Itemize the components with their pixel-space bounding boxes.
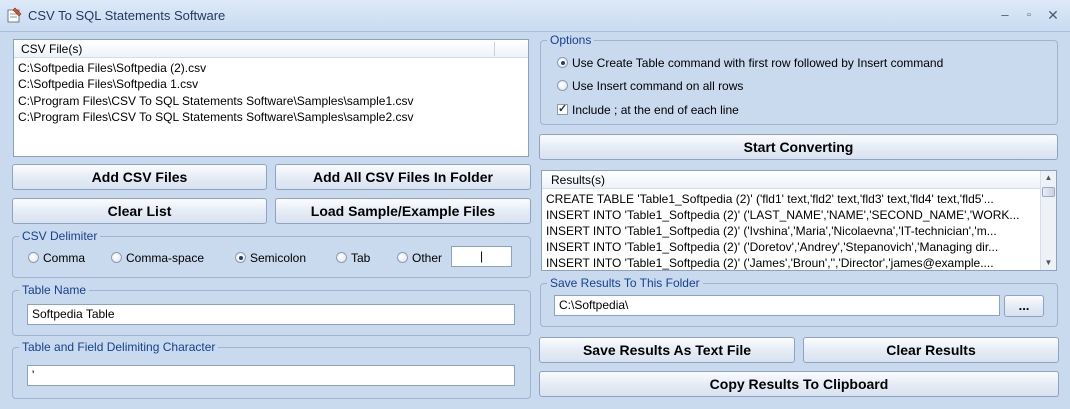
- table-row[interactable]: INSERT INTO 'Table1_Softpedia (2)' ('Jam…: [546, 256, 994, 270]
- csv-file-list[interactable]: CSV File(s) C:\Softpedia Files\Softpedia…: [13, 39, 529, 157]
- title-bar: CSV To SQL Statements Software – ▫ ✕: [0, 0, 1070, 32]
- clear-list-button[interactable]: Clear List: [12, 198, 267, 224]
- options-group: Options Use Create Table command with fi…: [540, 33, 1058, 125]
- options-title: Options: [547, 33, 595, 47]
- scroll-down-icon[interactable]: ▼: [1041, 256, 1056, 270]
- radio-circle[interactable]: [336, 252, 347, 263]
- table-row[interactable]: INSERT INTO 'Table1_Softpedia (2)' ('LAS…: [546, 208, 1019, 222]
- close-button[interactable]: ✕: [1042, 6, 1064, 24]
- csv-delimiter-group: CSV Delimiter Comma Comma-space Semicolo…: [12, 229, 531, 278]
- csv-file-list-header[interactable]: CSV File(s): [14, 40, 528, 58]
- window-title: CSV To SQL Statements Software: [28, 8, 226, 23]
- radio-circle[interactable]: [111, 252, 122, 263]
- list-item[interactable]: C:\Softpedia Files\Softpedia (2).csv: [18, 61, 206, 75]
- csv-delimiter-title: CSV Delimiter: [19, 229, 101, 243]
- field-delimiting-char-input[interactable]: ': [27, 365, 515, 386]
- table-name-input[interactable]: Softpedia Table: [27, 304, 515, 325]
- browse-folder-button[interactable]: ...: [1004, 295, 1044, 317]
- field-delimiting-char-group: Table and Field Delimiting Character ': [12, 340, 531, 399]
- clear-results-button[interactable]: Clear Results: [803, 337, 1059, 363]
- scroll-up-icon[interactable]: ▲: [1041, 171, 1056, 185]
- results-column-header[interactable]: Results(s): [551, 173, 605, 187]
- other-delimiter-input[interactable]: |: [451, 246, 512, 267]
- load-sample-files-button[interactable]: Load Sample/Example Files: [275, 198, 531, 224]
- table-name-title: Table Name: [19, 283, 90, 297]
- save-folder-group: Save Results To This Folder C:\Softpedia…: [540, 276, 1058, 327]
- copy-results-to-clipboard-button[interactable]: Copy Results To Clipboard: [539, 371, 1059, 397]
- app-icon: [7, 7, 22, 23]
- table-row[interactable]: CREATE TABLE 'Table1_Softpedia (2)' ('fl…: [546, 192, 994, 206]
- add-csv-files-button[interactable]: Add CSV Files: [12, 164, 267, 190]
- results-list-header[interactable]: Results(s): [542, 171, 1040, 189]
- list-item[interactable]: C:\Program Files\CSV To SQL Statements S…: [18, 94, 413, 108]
- add-all-csv-files-in-folder-button[interactable]: Add All CSV Files In Folder: [275, 164, 531, 190]
- results-list[interactable]: Results(s) CREATE TABLE 'Table1_Softpedi…: [541, 170, 1057, 271]
- radio-circle[interactable]: [235, 252, 246, 263]
- radio-circle[interactable]: [557, 57, 568, 68]
- table-name-group: Table Name Softpedia Table: [12, 283, 531, 336]
- list-item[interactable]: C:\Program Files\CSV To SQL Statements S…: [18, 110, 413, 124]
- table-row[interactable]: INSERT INTO 'Table1_Softpedia (2)' ('Ivs…: [546, 224, 997, 238]
- field-delimiting-char-title: Table and Field Delimiting Character: [19, 340, 219, 354]
- maximize-button[interactable]: ▫: [1018, 6, 1040, 24]
- radio-circle[interactable]: [28, 252, 39, 263]
- checkbox[interactable]: [557, 102, 568, 115]
- results-scrollbar[interactable]: ▲ ▼: [1040, 171, 1056, 270]
- csv-files-column-header[interactable]: CSV File(s): [21, 42, 82, 56]
- start-converting-button[interactable]: Start Converting: [539, 134, 1058, 160]
- save-folder-title: Save Results To This Folder: [547, 276, 703, 290]
- column-separator: [494, 42, 495, 56]
- radio-circle[interactable]: [557, 80, 568, 91]
- save-folder-input[interactable]: C:\Softpedia\: [554, 295, 1000, 316]
- minimize-button[interactable]: –: [994, 6, 1016, 24]
- table-row[interactable]: INSERT INTO 'Table1_Softpedia (2)' ('Dor…: [546, 240, 998, 254]
- list-item[interactable]: C:\Softpedia Files\Softpedia 1.csv: [18, 77, 198, 91]
- radio-circle[interactable]: [397, 252, 408, 263]
- scroll-thumb[interactable]: [1042, 187, 1055, 197]
- save-results-as-text-file-button[interactable]: Save Results As Text File: [539, 337, 795, 363]
